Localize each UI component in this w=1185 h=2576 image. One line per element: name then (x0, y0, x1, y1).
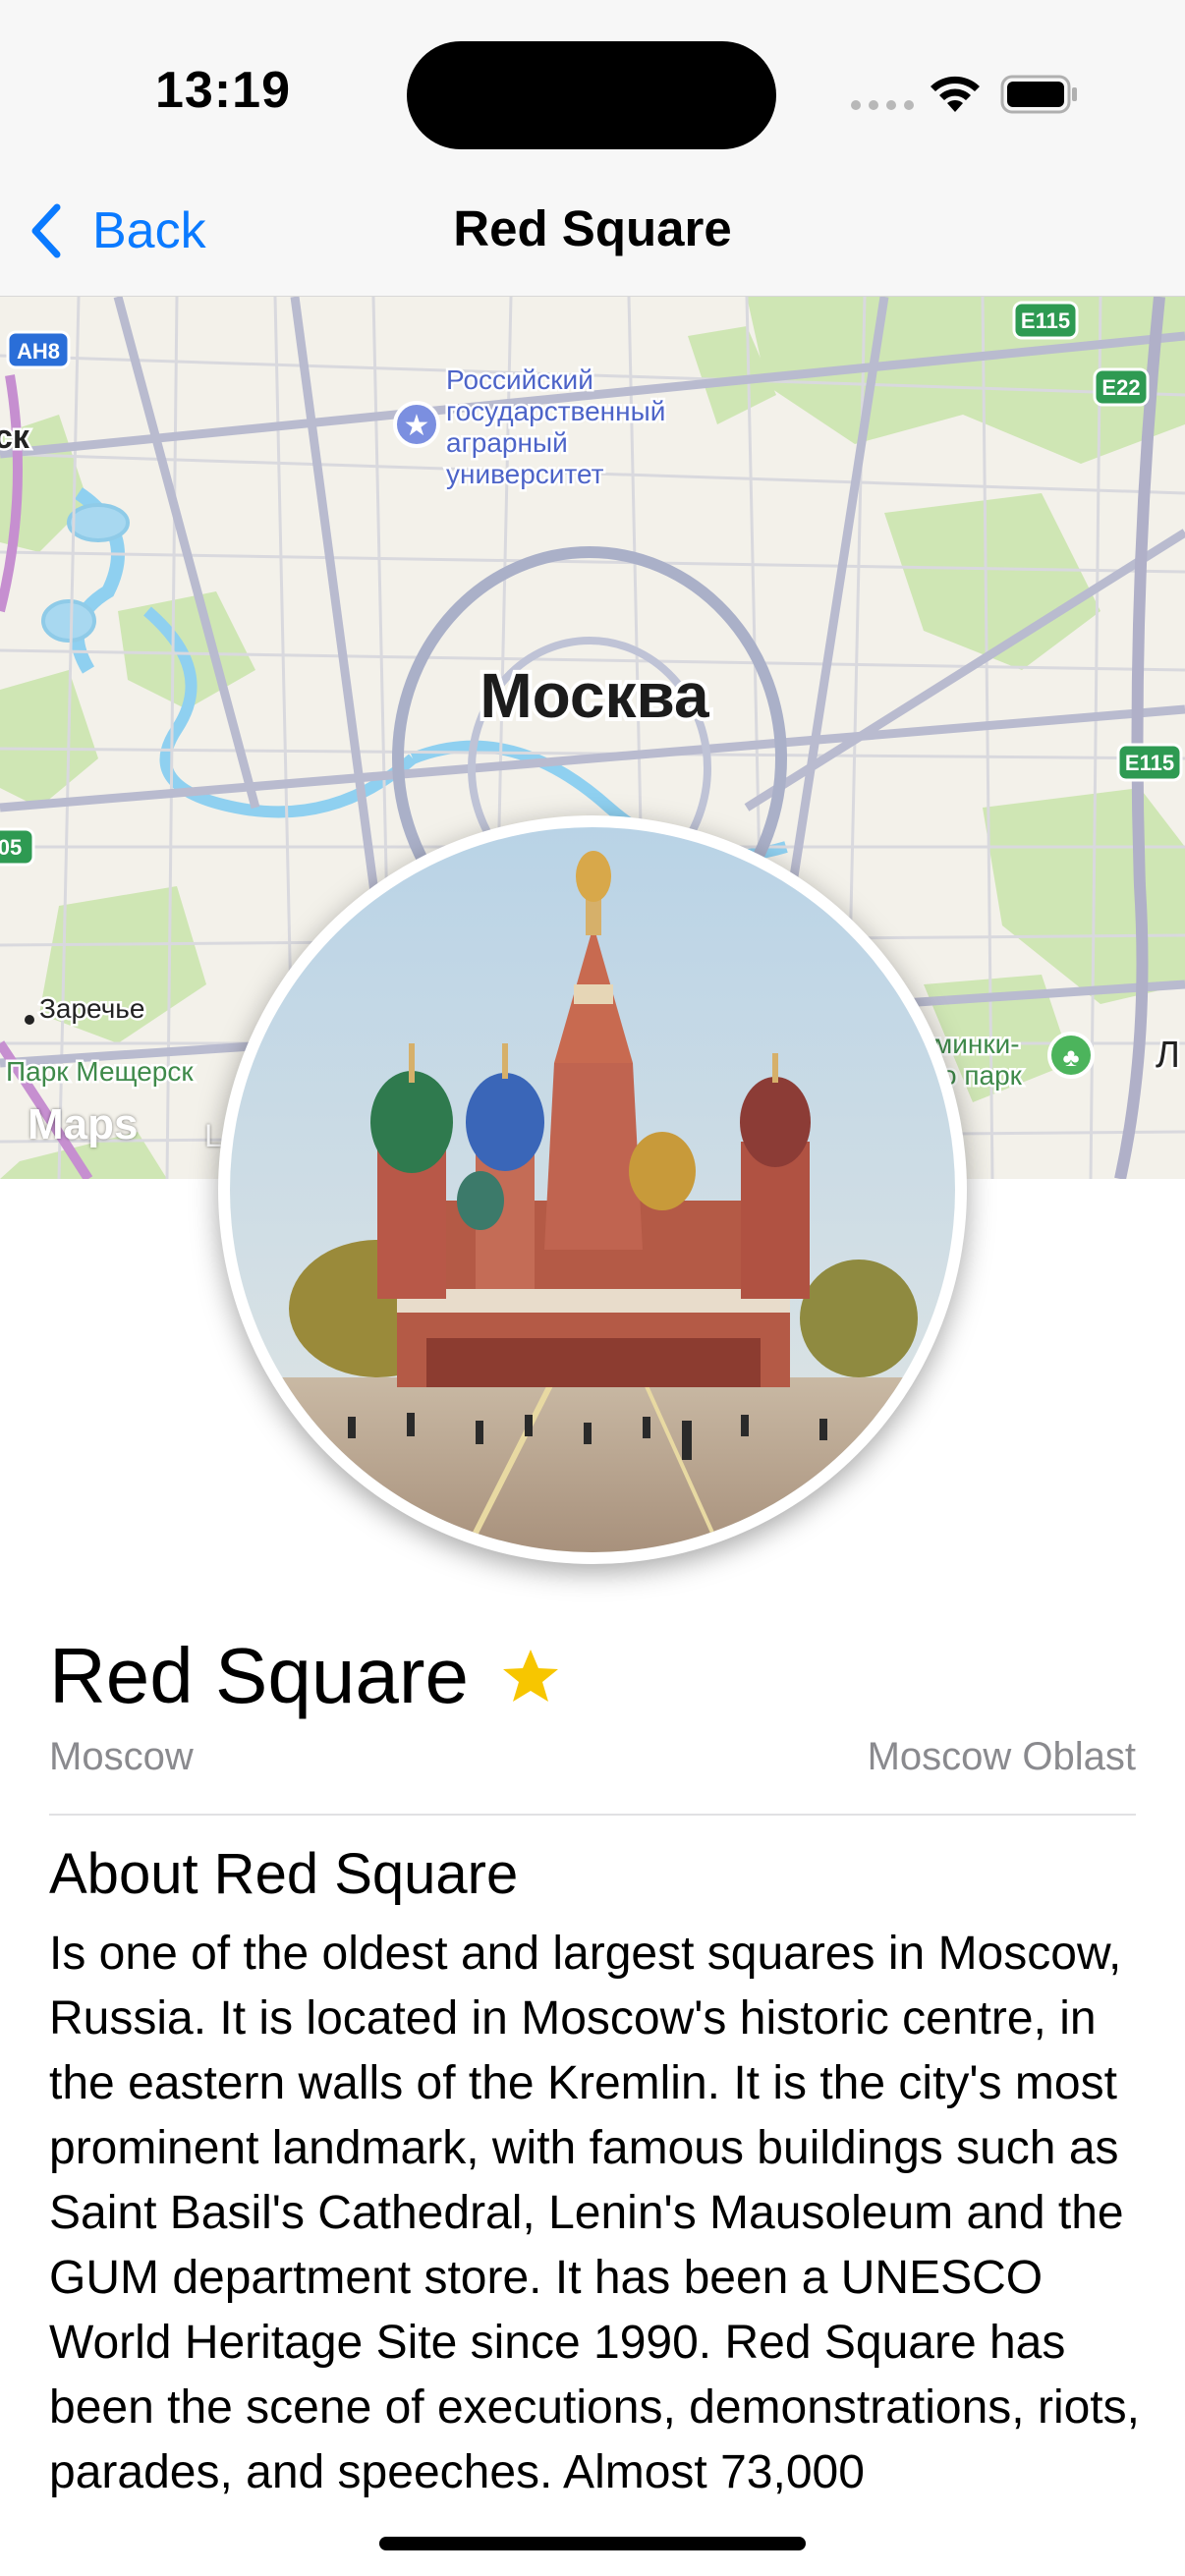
map-dot-zarechye (25, 1015, 34, 1025)
cellular-signal-icon (851, 100, 914, 110)
badge-ah8: AH8 (6, 330, 71, 369)
map-label-right-edge: Л (1156, 1035, 1180, 1076)
about-heading: About Red Square (49, 1842, 519, 1906)
maps-logo: Maps (28, 1100, 139, 1148)
about-text: Is one of the oldest and largest squares… (49, 1928, 1140, 2498)
map-label-university-2: государственный (446, 396, 665, 426)
navigation-bar: 13:19 Back Red Square (0, 0, 1185, 297)
divider (49, 1814, 1136, 1816)
badge-e115-top: E115 (1012, 301, 1079, 340)
star-fill-icon[interactable] (500, 1646, 561, 1707)
svg-text:AH8: AH8 (17, 339, 60, 364)
map-label-left-edge: ск (0, 419, 30, 456)
map-label-moscow: Москва (480, 660, 709, 731)
page-title: Red Square (453, 200, 732, 256)
map-pin-university[interactable]: ★ Российский государственный аграрный ун… (393, 363, 668, 492)
place-name: Red Square (49, 1632, 469, 1719)
svg-text:E115: E115 (1021, 308, 1070, 333)
map-label-university-1: Российский (446, 364, 593, 395)
tree-glyph: ♣ (1062, 1042, 1079, 1072)
battery-icon (1000, 75, 1077, 114)
map-label-park-meshchersky: Парк Мещерск (6, 1056, 194, 1087)
badge-e22: E22 (1093, 367, 1150, 407)
badge-e115-right: E115 (1116, 743, 1183, 782)
svg-text:05: 05 (0, 835, 22, 860)
map-label-university-4: университет (446, 459, 604, 489)
map-label-park-right-1: минки- (933, 1029, 1020, 1059)
star-glyph: ★ (404, 410, 430, 442)
svg-text:E115: E115 (1125, 751, 1174, 775)
wifi-icon (931, 76, 980, 112)
place-city: Moscow (49, 1735, 194, 1778)
maps-legal-link[interactable]: L (204, 1118, 222, 1154)
place-name-row: Red Square (49, 1631, 561, 1721)
place-region: Moscow Oblast (867, 1735, 1136, 1778)
place-photo (230, 827, 955, 1552)
svg-text:E22: E22 (1101, 375, 1140, 400)
map-label-park-right-2: о парк (941, 1060, 1023, 1091)
dynamic-island (407, 41, 776, 149)
badge-left-05: 05 (0, 827, 35, 867)
home-indicator[interactable] (379, 2537, 806, 2550)
status-time: 13:19 (155, 62, 291, 119)
map-label-university-3: аграрный (446, 427, 568, 458)
map-label-zarechye: Заречье (39, 993, 144, 1024)
